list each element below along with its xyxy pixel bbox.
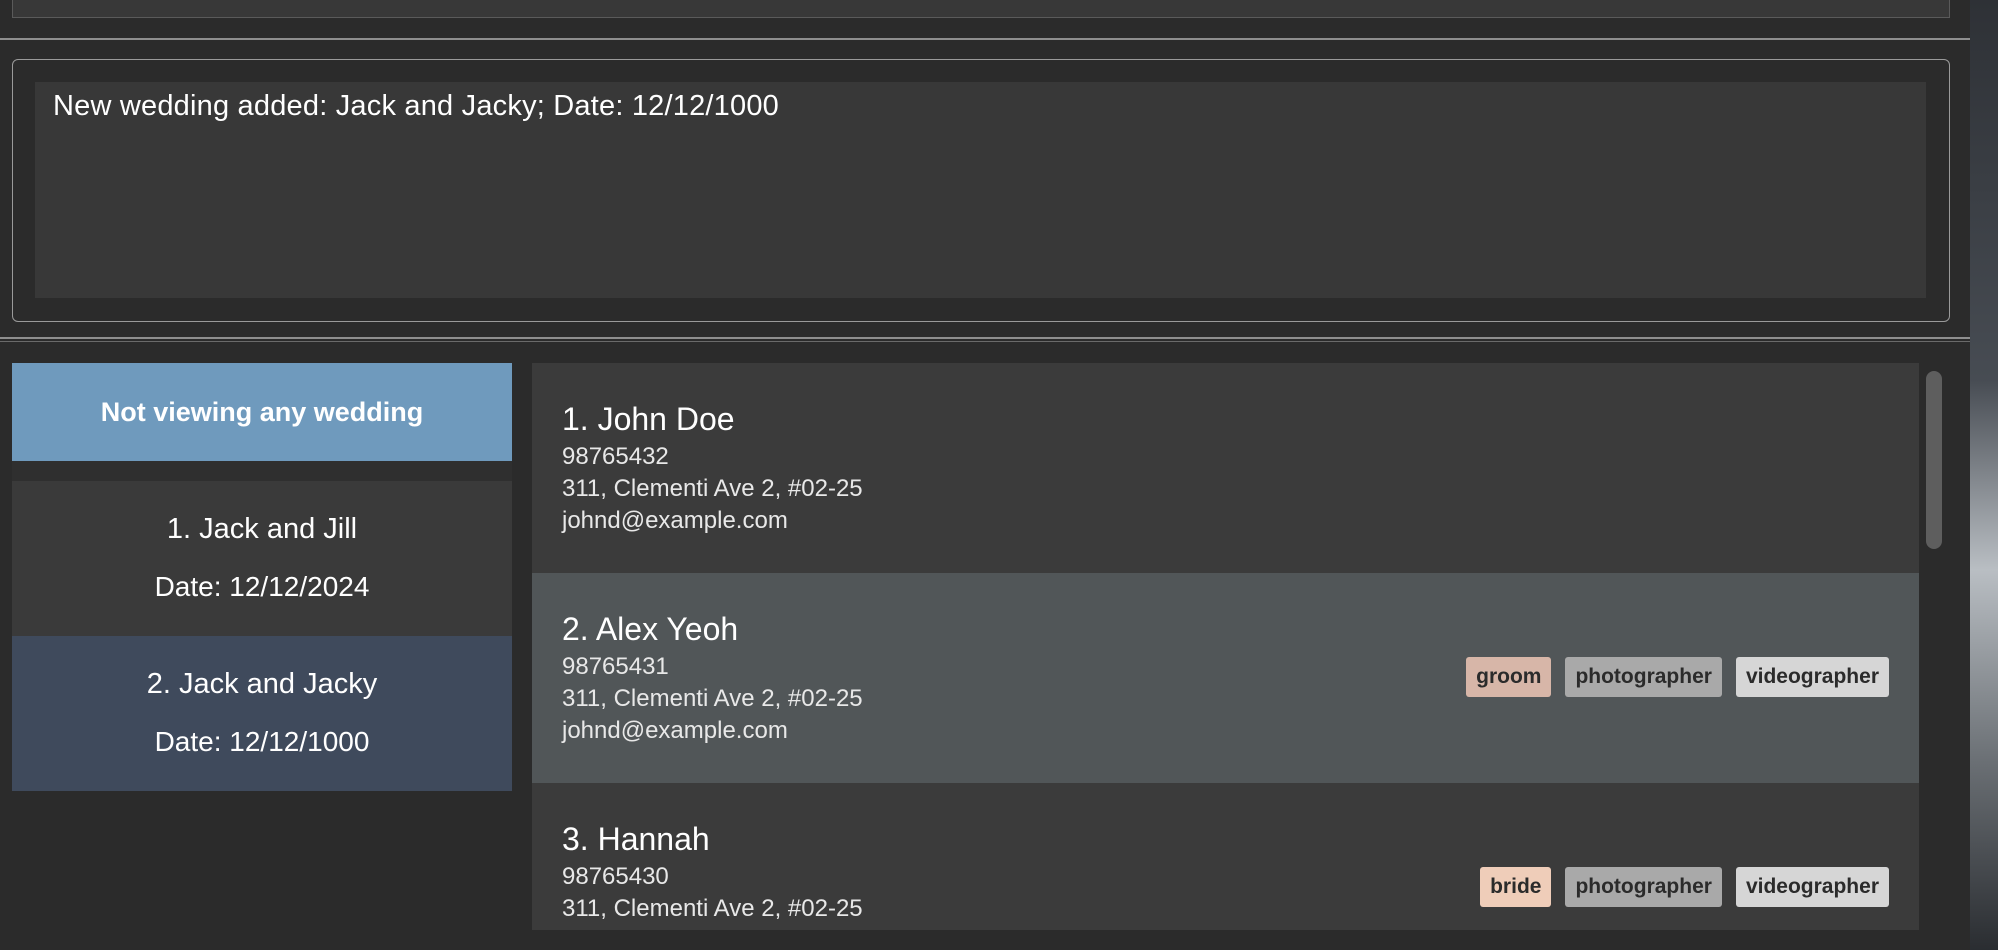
person-email: johnd@example.com xyxy=(562,507,788,534)
app-window: New wedding added: Jack and Jacky; Date:… xyxy=(0,0,1970,950)
person-address: 311, Clementi Ave 2, #02-25 xyxy=(562,895,863,922)
wedding-date: Date: 12/12/1000 xyxy=(154,726,370,757)
person-phone: 98765431 xyxy=(562,653,669,680)
person-card[interactable]: 3. Hannah 98765430 311, Clementi Ave 2, … xyxy=(532,783,1919,930)
tag-badge: bride xyxy=(1480,867,1552,907)
wedding-view-status: Not viewing any wedding xyxy=(12,363,512,461)
person-list[interactable]: 1. John Doe 98765432 311, Clementi Ave 2… xyxy=(532,363,1949,930)
wedding-list-item[interactable]: 1. Jack and Jill Date: 12/12/2024 xyxy=(12,481,512,636)
person-email: johnd@example.com xyxy=(562,717,788,744)
tag-badge: videographer xyxy=(1735,657,1889,697)
person-name: 3. Hannah xyxy=(562,821,710,857)
wedding-panel: Not viewing any wedding 1. Jack and Jill… xyxy=(12,363,512,930)
tag-badge: videographer xyxy=(1735,867,1889,907)
wedding-name: 2. Jack and Jacky xyxy=(146,668,378,700)
person-card[interactable]: 1. John Doe 98765432 311, Clementi Ave 2… xyxy=(532,363,1919,573)
desktop-background xyxy=(1968,0,1998,950)
person-tags: groom photographer videographer xyxy=(1466,657,1889,697)
result-display-pane: New wedding added: Jack and Jacky; Date:… xyxy=(0,42,1970,339)
tag-badge: groom xyxy=(1466,657,1552,697)
person-name: 2. Alex Yeoh xyxy=(562,611,739,647)
person-list-scrollbar[interactable] xyxy=(1919,363,1949,930)
person-address: 311, Clementi Ave 2, #02-25 xyxy=(562,475,863,502)
person-phone: 98765432 xyxy=(562,443,669,470)
person-phone: 98765430 xyxy=(562,863,669,890)
tag-badge: photographer xyxy=(1565,657,1722,697)
result-display-frame: New wedding added: Jack and Jacky; Date:… xyxy=(12,59,1950,322)
wedding-name: 1. Jack and Jill xyxy=(166,513,358,545)
person-tags: bride photographer videographer xyxy=(1480,867,1889,907)
result-display[interactable]: New wedding added: Jack and Jacky; Date:… xyxy=(35,82,1926,298)
person-name: 1. John Doe xyxy=(562,401,735,437)
scrollbar-thumb[interactable] xyxy=(1926,371,1942,549)
wedding-date: Date: 12/12/2024 xyxy=(154,571,370,602)
tag-badge: photographer xyxy=(1565,867,1722,907)
wedding-list-item[interactable]: 2. Jack and Jacky Date: 12/12/1000 xyxy=(12,636,512,791)
command-input[interactable] xyxy=(12,0,1950,18)
command-box-area xyxy=(0,0,1970,40)
result-message: New wedding added: Jack and Jacky; Date:… xyxy=(53,90,779,122)
person-card[interactable]: 2. Alex Yeoh 98765431 311, Clementi Ave … xyxy=(532,573,1919,783)
wedding-list[interactable]: 1. Jack and Jill Date: 12/12/2024 2. Jac… xyxy=(12,481,512,930)
person-address: 311, Clementi Ave 2, #02-25 xyxy=(562,685,863,712)
main-panel: Not viewing any wedding 1. Jack and Jill… xyxy=(0,341,1970,950)
